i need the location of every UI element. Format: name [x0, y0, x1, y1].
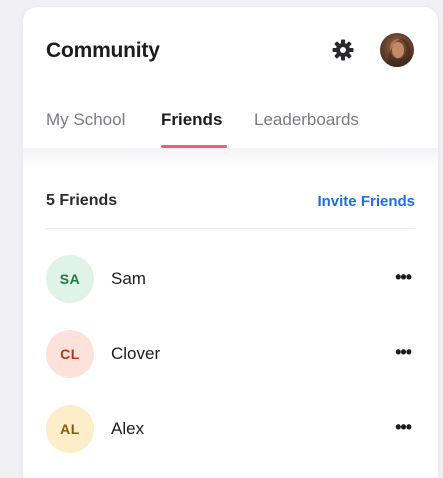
friends-count: 5 Friends [46, 192, 118, 209]
friend-row-sam[interactable]: SA Sam ••• [23, 255, 438, 305]
list-divider [46, 228, 415, 229]
page-title: Community [46, 39, 160, 62]
section-divider [23, 148, 438, 170]
friend-name: Sam [111, 269, 146, 288]
user-avatar[interactable] [380, 33, 414, 67]
community-card: Community My School Friends Leaderboards… [23, 7, 438, 478]
more-options-icon[interactable]: ••• [395, 342, 412, 363]
avatar-initials: SA [46, 255, 94, 303]
friend-name: Alex [111, 419, 145, 438]
more-options-icon[interactable]: ••• [395, 267, 412, 288]
friend-row-alex[interactable]: AL Alex ••• [23, 405, 438, 455]
friend-name: Clover [111, 344, 161, 363]
avatar-initials: AL [46, 405, 94, 453]
invite-friends-link[interactable]: Invite Friends [317, 193, 415, 210]
avatar-initials: CL [46, 330, 94, 378]
more-options-icon[interactable]: ••• [395, 417, 412, 438]
tab-bar: My School Friends Leaderboards [23, 105, 438, 149]
gear-icon[interactable] [330, 37, 356, 63]
friend-row-clover[interactable]: CL Clover ••• [23, 330, 438, 380]
tab-friends[interactable]: Friends [161, 110, 222, 130]
tab-my-school[interactable]: My School [46, 110, 125, 130]
tab-leaderboards[interactable]: Leaderboards [254, 110, 359, 130]
